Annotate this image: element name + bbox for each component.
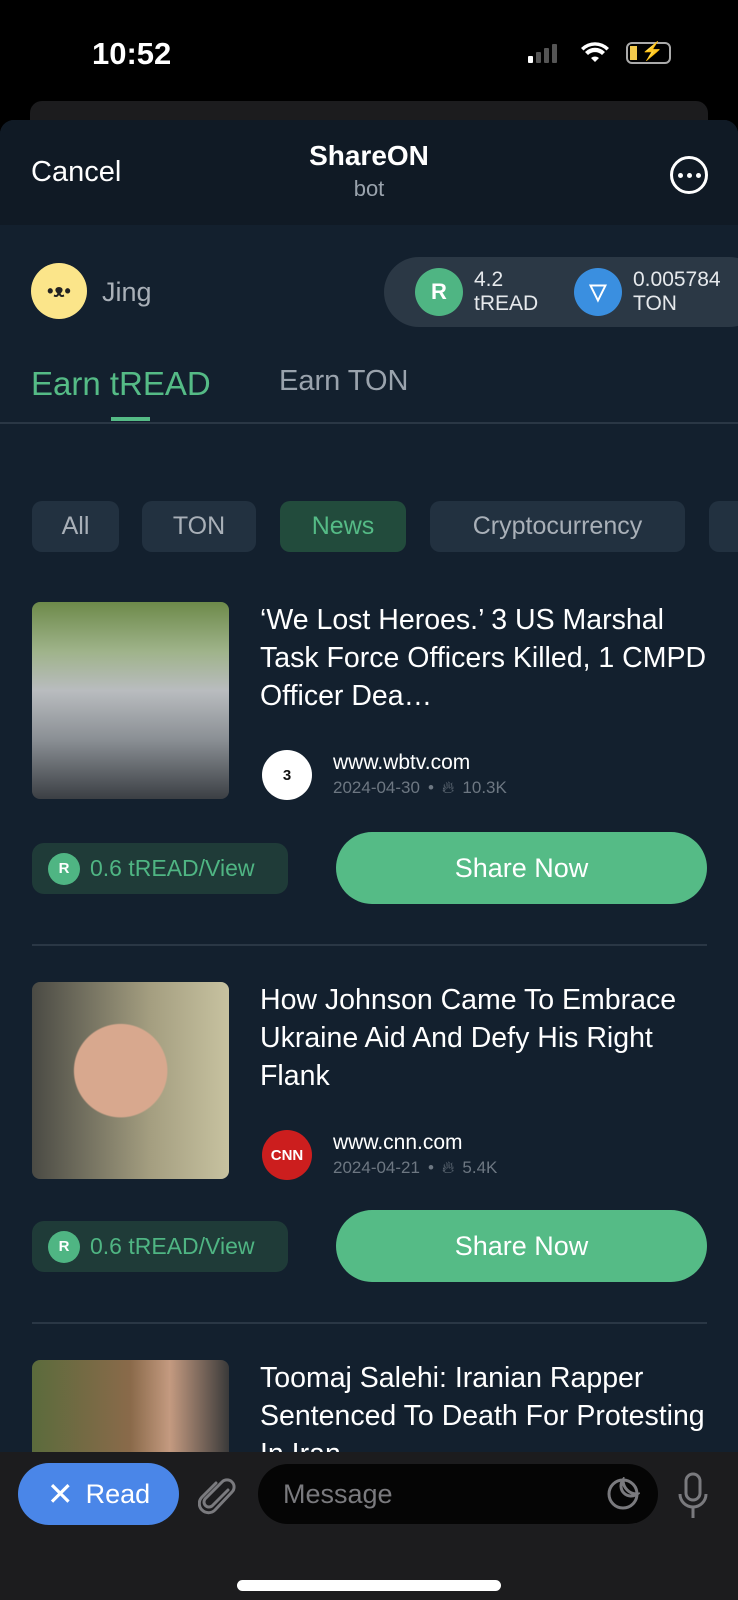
user-name: Jing [102,277,152,307]
reward-badge: R 0.6 tREAD/View [32,843,288,894]
filter-all[interactable]: All [32,501,119,552]
tab-earn-tread[interactable]: Earn tREAD [31,365,211,403]
close-icon: ✕ [46,1476,74,1512]
sticker-icon[interactable] [606,1477,640,1511]
fire-icon: 🔥︎ [441,778,455,797]
paperclip-icon[interactable] [198,1476,238,1518]
wifi-icon [581,42,609,62]
home-indicator[interactable] [237,1580,501,1591]
article-thumbnail[interactable] [32,982,229,1179]
wbtv-logo-icon: 3 [262,750,312,800]
article-date: 2024-04-21 [333,1158,420,1177]
read-button[interactable]: ✕ Read [18,1463,179,1525]
article-title[interactable]: ‘We Lost Heroes.’ 3 US Marshal Task Forc… [260,601,710,715]
filter-news[interactable]: News [280,501,406,552]
header: Cancel ShareON bot [0,120,738,225]
reward-label: 0.6 tREAD/View [90,1233,255,1259]
article-thumbnail[interactable] [32,602,229,799]
article-views: 10.3K [462,778,507,797]
filter-cryptocurrency[interactable]: Cryptocurrency [430,501,685,552]
bot-webapp-sheet: Cancel ShareON bot •ᴥ• Jing R 4.2 tREAD ▽… [0,120,738,1600]
avatar[interactable]: •ᴥ• [31,263,87,319]
tread-coin-icon: R [415,268,463,316]
share-now-button[interactable]: Share Now [336,1210,707,1282]
article-date: 2024-04-30 [333,778,420,797]
page-subtitle: bot [353,176,385,201]
microphone-icon[interactable] [678,1472,708,1520]
tab-earn-ton[interactable]: Earn TON [279,365,408,398]
read-label: Read [85,1478,151,1509]
filter-more[interactable] [709,501,738,552]
article-views: 5.4K [462,1158,498,1177]
divider [32,944,707,946]
reward-badge: R 0.6 tREAD/View [32,1221,288,1272]
cnn-logo-icon: CNN [262,1130,312,1180]
battery-charging-icon: ⚡ [626,41,671,64]
status-time: 10:52 [92,36,172,71]
page-title: ShareON [309,140,429,171]
bottom-bar: ✕ Read Message [0,1452,738,1600]
balance-pill[interactable]: R 4.2 tREAD ▽ 0.005784 TON [384,257,738,327]
ton-balance: 0.005784 TON [633,268,721,315]
signal-icon [528,44,557,63]
filter-ton[interactable]: TON [142,501,256,552]
divider [32,1322,707,1324]
message-input[interactable]: Message [258,1464,658,1524]
article-source: www.wbtv.com [333,751,471,774]
ton-coin-icon: ▽ [574,268,622,316]
more-icon[interactable] [670,156,708,194]
active-tab-indicator [111,417,150,421]
fire-icon: 🔥︎ [441,1158,455,1177]
tread-coin-icon: R [48,852,80,885]
tab-divider [0,422,738,424]
reward-label: 0.6 tREAD/View [90,855,255,881]
message-placeholder: Message [283,1478,393,1509]
article-meta: 2024-04-21 • 🔥︎ 5.4K [333,1158,498,1177]
article-title[interactable]: How Johnson Came To Embrace Ukraine Aid … [260,981,710,1095]
tread-balance: 4.2 tREAD [474,268,539,315]
article-meta: 2024-04-30 • 🔥︎ 10.3K [333,778,507,797]
tread-coin-icon: R [48,1230,80,1263]
article-source: www.cnn.com [333,1131,463,1154]
share-now-button[interactable]: Share Now [336,832,707,904]
